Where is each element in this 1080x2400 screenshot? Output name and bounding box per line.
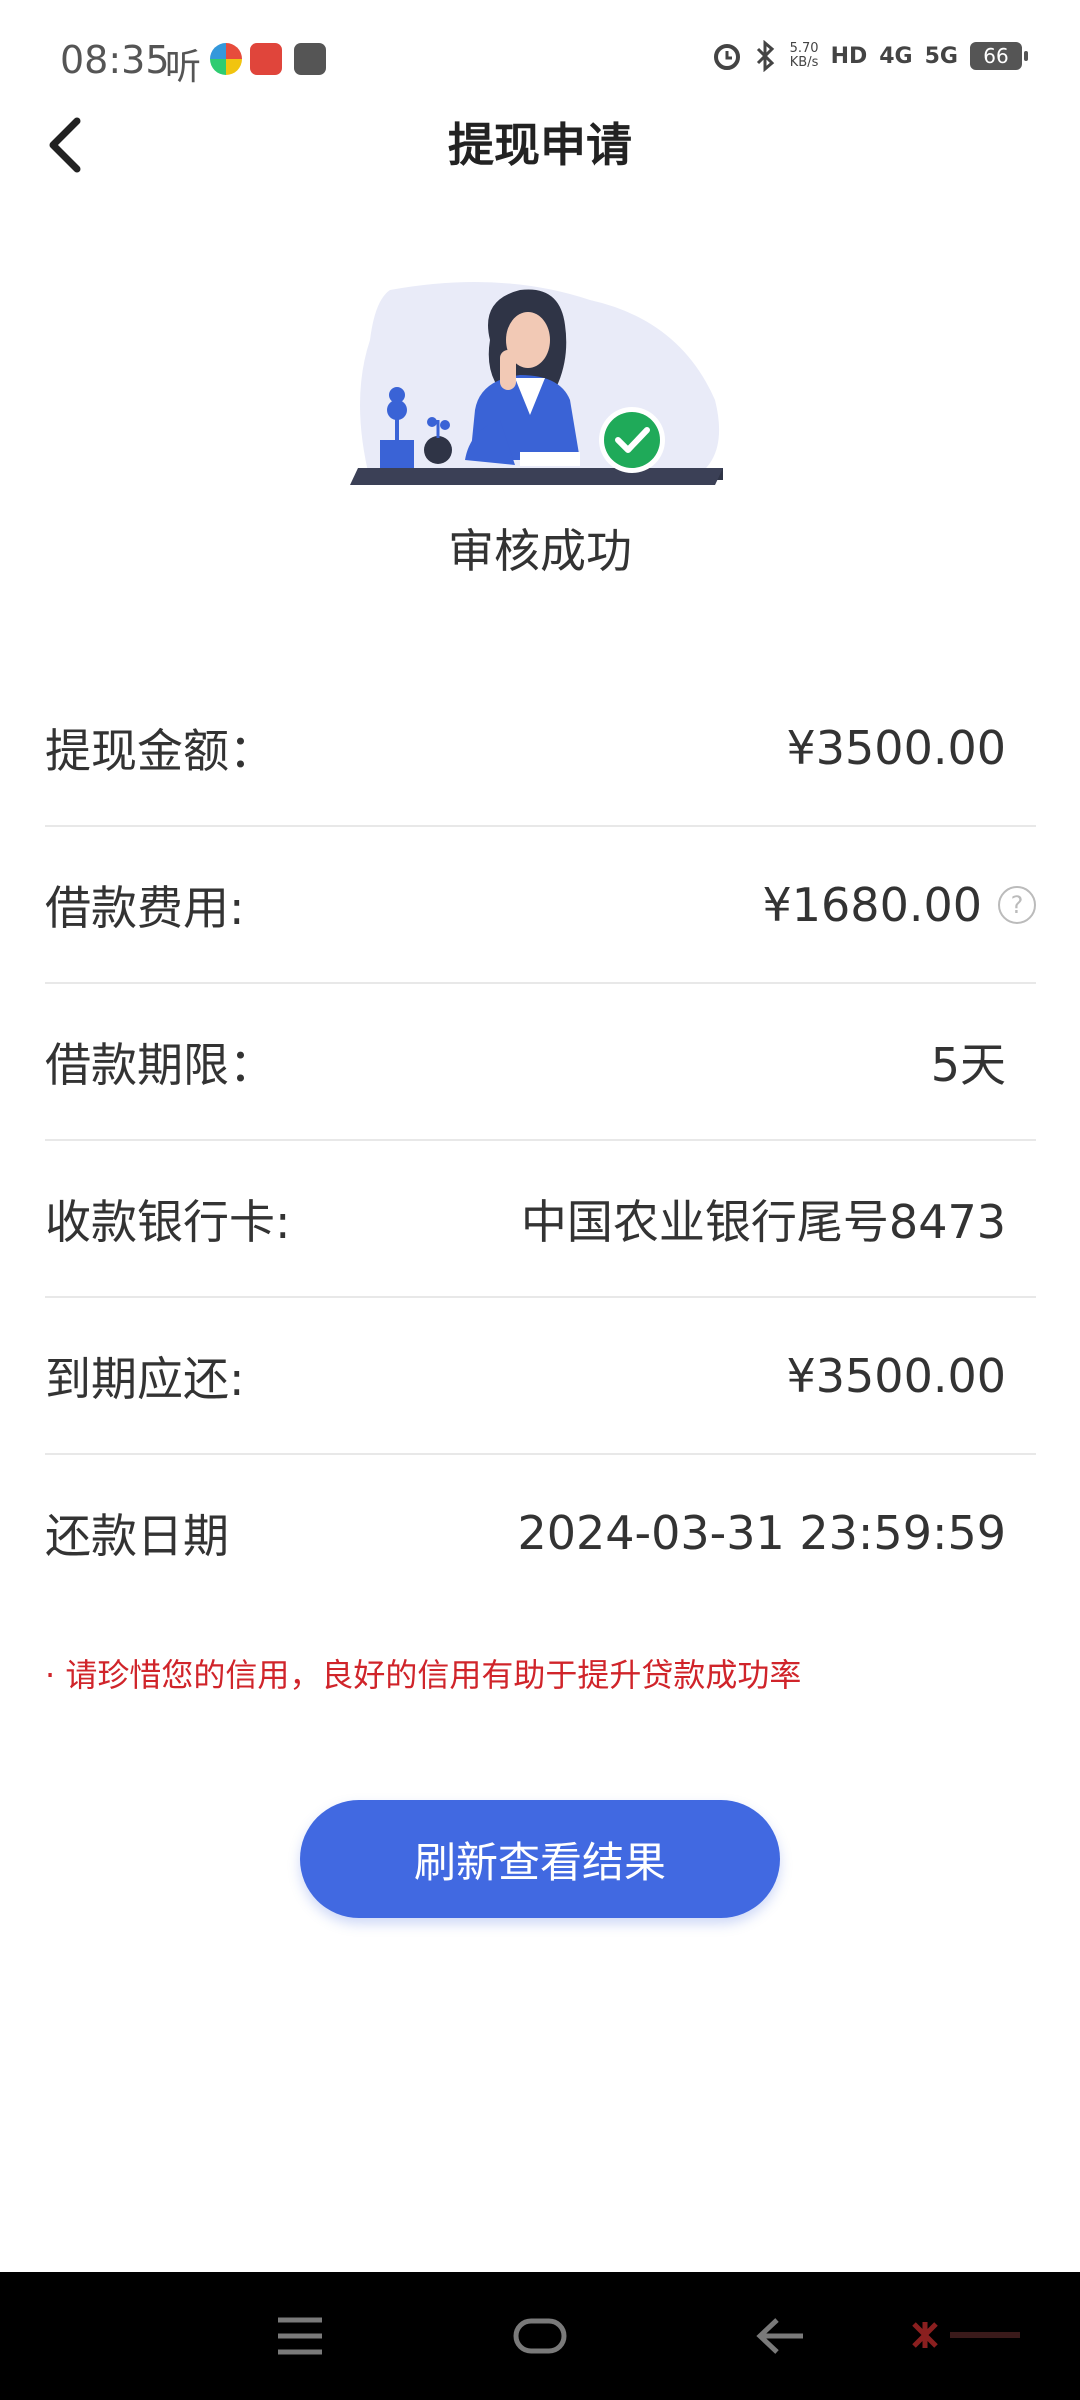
system-nav-bar xyxy=(0,2272,1080,2400)
home-button[interactable] xyxy=(480,2272,600,2400)
back-nav-button[interactable] xyxy=(720,2272,840,2400)
info-label: 提现金额： xyxy=(45,723,275,778)
hd-icon: HD xyxy=(830,43,868,69)
play-app-icon xyxy=(294,43,326,75)
info-value: ¥3500.00 xyxy=(786,1348,1007,1403)
info-label: 借款期限： xyxy=(45,1037,275,1092)
home-icon xyxy=(513,2318,567,2354)
menu-icon xyxy=(278,2317,322,2355)
battery-icon: 66 xyxy=(970,42,1028,70)
info-value-with-help: ¥1680.00 ? xyxy=(762,877,1036,932)
info-row-due-amount: 到期应还: ¥3500.00 xyxy=(45,1298,1036,1455)
info-label: 借款费用: xyxy=(45,880,245,935)
review-status-text: 审核成功 xyxy=(448,524,632,578)
back-nav-icon xyxy=(756,2318,803,2354)
watermark-logo xyxy=(910,2320,1020,2350)
menu-button[interactable] xyxy=(240,2272,360,2400)
red-app-icon xyxy=(250,43,282,75)
alarm-icon xyxy=(713,44,740,70)
info-row-loan-fee: 借款费用: ¥1680.00 ? xyxy=(45,827,1036,984)
status-icons: 5.70 KB/s HD 4G 5G 66 xyxy=(712,40,1028,72)
info-value: 5天 xyxy=(930,1037,1006,1092)
signal-4g-icon: 4G xyxy=(879,43,913,69)
info-label: 还款日期 xyxy=(45,1508,229,1563)
review-success-illustration xyxy=(350,282,723,485)
credit-notice: · 请珍惜您的信用，良好的信用有助于提升贷款成功率 xyxy=(45,1656,802,1694)
signal-5g-icon: 5G xyxy=(924,43,958,69)
check-circle-icon xyxy=(604,412,660,468)
info-row-loan-term: 借款期限： 5天 xyxy=(45,984,1036,1141)
info-value: ¥3500.00 xyxy=(786,720,1007,775)
info-value: 2024-03-31 23:59:59 xyxy=(517,1505,1006,1560)
bluetooth-icon xyxy=(756,40,774,72)
info-label: 收款银行卡: xyxy=(45,1194,291,1249)
header: 提现申请 xyxy=(0,90,1080,200)
info-row-withdraw-amount: 提现金额： ¥3500.00 xyxy=(45,670,1036,827)
question-circle-icon[interactable]: ? xyxy=(998,885,1036,924)
network-speed: 5.70 KB/s xyxy=(789,41,819,70)
info-value: ¥1680.00 xyxy=(762,877,983,932)
page-title: 提现申请 xyxy=(448,118,632,172)
info-value: 中国农业银行尾号8473 xyxy=(520,1194,1006,1249)
listen-app-icon: 听 xyxy=(165,47,202,88)
info-row-bank-card: 收款银行卡: 中国农业银行尾号8473 xyxy=(45,1141,1036,1298)
info-label: 到期应还: xyxy=(45,1351,245,1406)
refresh-result-button[interactable]: 刷新查看结果 xyxy=(300,1800,780,1918)
withdraw-info-list: 提现金额： ¥3500.00 借款费用: ¥1680.00 ? 借款期限： 5天… xyxy=(45,670,1036,1610)
colorful-app-icon xyxy=(210,43,242,75)
status-time: 08:35 xyxy=(60,38,170,82)
logo-icon xyxy=(912,2322,938,2348)
info-row-repay-date: 还款日期 2024-03-31 23:59:59 xyxy=(45,1455,1036,1610)
